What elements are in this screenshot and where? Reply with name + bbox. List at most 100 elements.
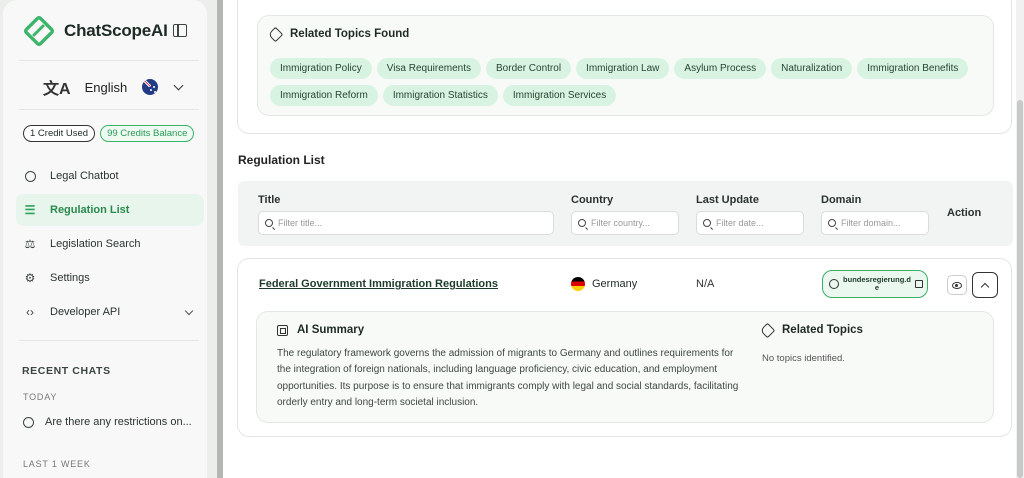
- sidebar: ChatScopeAI 文A English 1 Credit Used 99 …: [3, 0, 207, 478]
- chevron-down-icon: [173, 80, 184, 90]
- filter-date-input[interactable]: Filter date...: [696, 211, 804, 235]
- filter-placeholder: Filter domain...: [841, 218, 901, 228]
- table-header: Title Filter title... Country Filter cou…: [238, 181, 1013, 246]
- related-topics-heading: Related Topics Found: [267, 26, 410, 42]
- tag-icon: [759, 322, 776, 338]
- view-button[interactable]: [947, 275, 967, 295]
- external-link-icon: [915, 280, 923, 288]
- table-row: Federal Government Immigration Regulatio…: [237, 258, 1012, 437]
- sidebar-item-label: Legal Chatbot: [50, 170, 119, 182]
- chat-bubble-icon: [23, 169, 37, 183]
- chevron-down-icon: [184, 306, 194, 315]
- flag-icon: [142, 79, 159, 95]
- credits-balance-badge: 99 Credits Balance: [100, 125, 195, 142]
- topic-chip[interactable]: Visa Requirements: [376, 58, 482, 79]
- brand[interactable]: ChatScopeAI: [23, 14, 168, 48]
- sidebar-item-label: Regulation List: [50, 204, 130, 216]
- divider: [19, 340, 199, 341]
- column-domain-header: Domain: [821, 194, 862, 206]
- collapse-row-button[interactable]: [972, 272, 998, 298]
- credits-used-badge: 1 Credit Used: [23, 125, 96, 142]
- topic-chips: Immigration Policy Visa Requirements Bor…: [270, 58, 990, 106]
- translate-icon: 文A: [43, 81, 71, 98]
- recent-chat-title: Are there any restrictions on...: [45, 416, 192, 428]
- topic-chip[interactable]: Immigration Services: [502, 85, 617, 106]
- scales-icon: ⚖: [24, 237, 36, 251]
- chat-bubble-icon: [23, 416, 34, 428]
- sidebar-nav: Legal Chatbot ☰ Regulation List ⚖ Legisl…: [16, 160, 204, 330]
- language-selector[interactable]: 文A English: [43, 76, 184, 98]
- scrollbar-thumb[interactable]: [1017, 100, 1023, 478]
- sidebar-item-regulation-list[interactable]: ☰ Regulation List: [16, 194, 204, 226]
- domain-text: bundesregierung.de: [843, 275, 911, 292]
- recent-chats-heading: RECENT CHATS: [22, 365, 111, 377]
- topic-chip[interactable]: Naturalization: [771, 58, 853, 79]
- ai-summary-panel: AI Summary The regulatory framework gove…: [256, 311, 994, 423]
- related-topics-title: Related Topics Found: [290, 28, 410, 40]
- search-icon: [265, 219, 273, 227]
- cpu-icon: [277, 324, 288, 336]
- scrollbar[interactable]: [1016, 0, 1024, 478]
- sidebar-toggle-icon[interactable]: [173, 24, 187, 37]
- divider: [19, 109, 199, 110]
- column-action-header: Action: [947, 207, 982, 219]
- sidebar-item-label: Legislation Search: [50, 238, 141, 250]
- no-topics-text: No topics identified.: [762, 353, 845, 364]
- sidebar-item-legal-chatbot[interactable]: Legal Chatbot: [16, 160, 204, 192]
- germany-flag-icon: [571, 277, 585, 291]
- sidebar-item-label: Developer API: [50, 306, 121, 318]
- filter-placeholder: Filter date...: [716, 218, 764, 228]
- credits-bar: 1 Credit Used 99 Credits Balance: [23, 125, 195, 142]
- search-icon: [703, 219, 711, 227]
- sidebar-item-label: Settings: [50, 272, 90, 284]
- filter-domain-input[interactable]: Filter domain...: [821, 211, 929, 235]
- related-topics-title: Related Topics: [782, 324, 863, 336]
- filter-title-input[interactable]: Filter title...: [258, 211, 554, 235]
- column-last-update-header: Last Update: [696, 194, 759, 206]
- related-topics-card: Related Topics Found Immigration Policy …: [237, 0, 1012, 134]
- topic-chip[interactable]: Immigration Benefits: [857, 58, 969, 79]
- topic-chip[interactable]: Immigration Statistics: [382, 85, 498, 106]
- related-topics-box: Related Topics Found Immigration Policy …: [257, 15, 994, 116]
- topic-chip[interactable]: Immigration Policy: [270, 58, 372, 79]
- sidebar-item-developer-api[interactable]: ‹› Developer API: [16, 296, 204, 328]
- eye-icon: [952, 281, 962, 289]
- domain-link[interactable]: bundesregierung.de: [822, 270, 928, 298]
- chevron-up-icon: [980, 282, 990, 291]
- ai-summary-heading: AI Summary: [277, 324, 364, 336]
- topic-chip[interactable]: Immigration Law: [576, 58, 670, 79]
- divider: [19, 60, 199, 61]
- related-topics-heading: Related Topics: [759, 322, 863, 338]
- gear-icon: ⚙: [24, 271, 36, 285]
- country-cell: Germany: [571, 277, 637, 291]
- filter-placeholder: Filter title...: [278, 218, 323, 228]
- regulation-list-heading: Regulation List: [238, 153, 325, 167]
- search-icon: [828, 219, 836, 227]
- country-name: Germany: [592, 278, 638, 290]
- ai-summary-title: AI Summary: [297, 324, 365, 336]
- app-name: ChatScopeAI: [64, 21, 168, 40]
- topic-chip[interactable]: Immigration Reform: [270, 85, 378, 106]
- filter-country-input[interactable]: Filter country...: [571, 211, 679, 235]
- last-update-cell: N/A: [696, 278, 715, 290]
- sidebar-item-settings[interactable]: ⚙ Settings: [16, 262, 204, 294]
- logo-icon: [23, 15, 55, 47]
- today-label: TODAY: [23, 392, 58, 402]
- code-icon: ‹›: [26, 305, 34, 319]
- topic-chip[interactable]: Border Control: [486, 58, 572, 79]
- list-icon: ☰: [24, 203, 36, 217]
- search-icon: [578, 219, 586, 227]
- column-country-header: Country: [571, 194, 614, 206]
- topic-chip[interactable]: Asylum Process: [674, 58, 767, 79]
- sidebar-item-legislation-search[interactable]: ⚖ Legislation Search: [16, 228, 204, 260]
- recent-chat-item[interactable]: Are there any restrictions on...: [23, 416, 192, 428]
- column-title-header: Title: [258, 194, 281, 206]
- language-label: English: [84, 79, 128, 95]
- filter-placeholder: Filter country...: [591, 218, 650, 228]
- last-week-label: LAST 1 WEEK: [23, 459, 91, 469]
- ai-summary-text: The regulatory framework governs the adm…: [277, 348, 739, 408]
- regulation-title-link[interactable]: Federal Government Immigration Regulatio…: [259, 278, 498, 290]
- tag-icon: [267, 26, 284, 42]
- globe-icon: [829, 279, 839, 289]
- main-content: Related Topics Found Immigration Policy …: [223, 0, 1016, 478]
